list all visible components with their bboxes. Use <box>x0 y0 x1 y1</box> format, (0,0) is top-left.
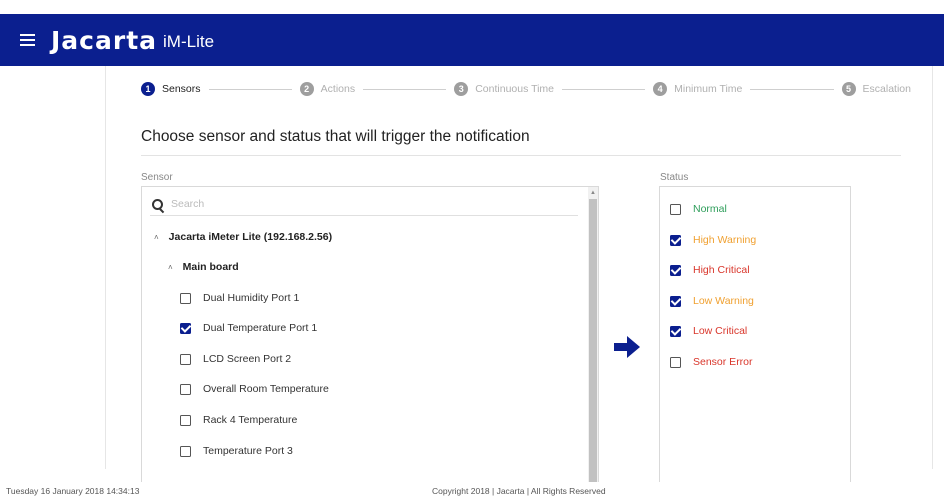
checkbox[interactable] <box>180 292 191 304</box>
status-section-label: Status <box>660 172 689 183</box>
sensor-section-label: Sensor <box>141 172 173 183</box>
status-item[interactable]: High Warning <box>670 234 756 246</box>
footer: Tuesday 16 January 2018 14:34:13 Copyrig… <box>0 478 944 496</box>
sensor-item-label: Temperature Port 3 <box>203 445 293 457</box>
status-label-low-warning: Low Warning <box>693 295 754 307</box>
checkbox[interactable] <box>180 383 191 395</box>
scroll-up-icon[interactable]: ▲ <box>590 190 596 196</box>
sensor-item-label: Overall Room Temperature <box>203 383 329 395</box>
step-escalation[interactable]: 5 Escalation <box>841 82 911 96</box>
checkbox[interactable] <box>670 234 681 246</box>
list-item[interactable]: Temperature Port 3 <box>180 445 293 457</box>
footer-copyright: Copyright 2018 | Jacarta | All Rights Re… <box>432 486 606 496</box>
status-item[interactable]: Low Critical <box>670 325 747 337</box>
step-connector <box>562 88 646 90</box>
step-label: Continuous Time <box>475 83 555 95</box>
chevron-up-icon[interactable]: ˄ <box>154 233 159 242</box>
checkbox[interactable] <box>180 322 191 334</box>
status-label-low-critical: Low Critical <box>693 325 748 337</box>
device-name: Jacarta iMeter Lite (192.168.2.56) <box>168 231 333 243</box>
chevron-up-icon[interactable]: ˄ <box>168 263 173 272</box>
arrow-right-icon <box>614 336 640 358</box>
brand-logo: Jacarta <box>51 25 158 55</box>
step-number-icon: 1 <box>141 82 155 96</box>
list-item[interactable]: Dual Humidity Port 1 <box>180 292 299 304</box>
step-label: Sensors <box>162 83 201 95</box>
step-actions[interactable]: 2 Actions <box>299 82 356 96</box>
sensor-item-label: Rack 4 Temperature <box>203 414 298 426</box>
checkbox[interactable] <box>180 445 191 457</box>
tree-device-row[interactable]: ˄ Jacarta iMeter Lite (192.168.2.56) <box>154 231 332 243</box>
scrollbar-thumb[interactable] <box>589 199 597 482</box>
checkbox[interactable] <box>670 203 681 215</box>
step-connector <box>363 88 447 90</box>
group-name: Main board <box>182 261 239 273</box>
search-input[interactable] <box>171 198 551 210</box>
sensor-item-label: LCD Screen Port 2 <box>203 353 292 365</box>
step-sensors[interactable]: 1 Sensors <box>141 82 201 96</box>
step-connector <box>750 88 834 90</box>
status-label-high-critical: High Critical <box>693 264 750 276</box>
checkbox[interactable] <box>670 295 681 307</box>
step-number-icon: 5 <box>841 82 856 96</box>
wizard-stepper: 1 Sensors 2 Actions 3 Continuous Time 4 … <box>141 80 911 98</box>
step-number-icon: 4 <box>653 82 668 96</box>
tree-group-row[interactable]: ˄ Main board <box>168 261 239 273</box>
left-divider <box>105 66 106 469</box>
step-continuous-time[interactable]: 3 Continuous Time <box>454 82 554 96</box>
list-item[interactable]: Dual Temperature Port 1 <box>180 322 317 334</box>
status-label-high-warning: High Warning <box>693 234 757 246</box>
step-connector <box>208 88 292 90</box>
search-icon <box>152 198 165 213</box>
checkbox[interactable] <box>670 264 681 276</box>
product-name: iM-Lite <box>163 31 215 51</box>
sensor-item-label: Dual Temperature Port 1 <box>203 322 318 334</box>
step-number-icon: 3 <box>454 82 469 96</box>
list-item[interactable]: LCD Screen Port 2 <box>180 353 291 365</box>
right-divider <box>932 66 933 469</box>
status-label-normal: Normal <box>693 203 727 215</box>
checkbox[interactable] <box>180 414 191 426</box>
step-minimum-time[interactable]: 4 Minimum Time <box>653 82 742 96</box>
hamburger-icon[interactable] <box>20 31 35 49</box>
search-bar <box>150 193 578 216</box>
status-item[interactable]: High Critical <box>670 264 750 276</box>
status-item[interactable]: Low Warning <box>670 295 754 307</box>
status-list-panel: Normal High Warning High Critical Low Wa… <box>659 186 851 482</box>
step-label: Escalation <box>862 83 911 95</box>
step-label: Minimum Time <box>674 83 743 95</box>
sensor-list-panel: ˄ Jacarta iMeter Lite (192.168.2.56) ˄ M… <box>141 186 599 482</box>
scrollbar[interactable]: ▲ <box>588 187 598 482</box>
status-item[interactable]: Sensor Error <box>670 356 753 368</box>
app-header: Jacarta iM-Lite <box>0 14 944 66</box>
checkbox[interactable] <box>180 353 191 365</box>
sensor-item-label: Dual Humidity Port 1 <box>203 292 300 304</box>
status-label-sensor-error: Sensor Error <box>693 356 753 368</box>
checkbox[interactable] <box>670 356 681 368</box>
list-item[interactable]: Rack 4 Temperature <box>180 414 297 426</box>
list-item[interactable]: Overall Room Temperature <box>180 383 329 395</box>
step-number-icon: 2 <box>299 82 314 96</box>
step-label: Actions <box>320 83 356 95</box>
heading-divider <box>141 155 901 156</box>
page-heading: Choose sensor and status that will trigg… <box>141 128 530 145</box>
status-item[interactable]: Normal <box>670 203 727 215</box>
footer-datetime: Tuesday 16 January 2018 14:34:13 <box>6 486 140 496</box>
checkbox[interactable] <box>670 325 681 337</box>
